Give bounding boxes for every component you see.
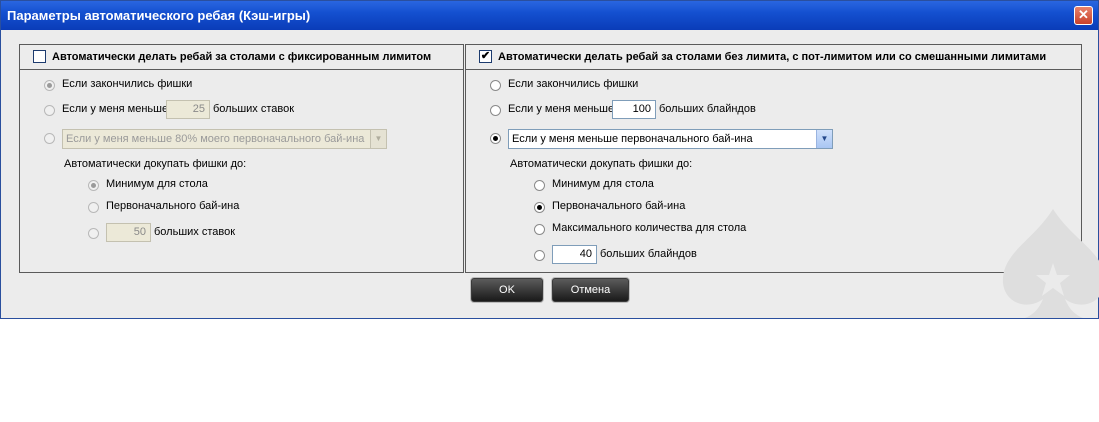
fixed-topup-min-label: Минимум для стола [106, 178, 208, 190]
nl-topup-max-radio[interactable] [534, 224, 545, 235]
fixed-topup-initial-label: Первоначального бай-ина [106, 200, 240, 212]
fixed-less-than-input[interactable]: 25 [166, 100, 210, 119]
title-bar[interactable]: Параметры автоматического ребая (Кэш-игр… [1, 1, 1098, 30]
nl-topup-custom-radio[interactable] [534, 250, 545, 261]
nl-topup-min-label: Минимум для стола [552, 178, 654, 190]
spade-logo-watermark-icon [1002, 209, 1099, 318]
nl-topup-min-radio[interactable] [534, 180, 545, 191]
fixed-limit-header-label: Автоматически делать ребай за столами с … [52, 51, 432, 63]
nl-topup-custom-input[interactable]: 40 [552, 245, 597, 264]
fixed-topup-custom-suffix: больших ставок [154, 226, 236, 238]
fixed-topup-label: Автоматически докупать фишки до: [64, 158, 247, 170]
fixed-threshold-dropdown[interactable]: Если у меня меньше 80% моего первоначаль… [62, 129, 387, 149]
nl-topup-max-label: Максимального количества для стола [552, 222, 747, 234]
no-limit-checkbox[interactable]: ✔ [479, 50, 492, 63]
chevron-down-icon: ▼ [370, 130, 386, 148]
nl-out-of-chips-label: Если закончились фишки [508, 78, 639, 90]
no-limit-header: ✔ Автоматически делать ребай за столами … [466, 45, 1081, 70]
nl-topup-custom-suffix: больших блайндов [600, 248, 697, 260]
fixed-threshold-value: Если у меня меньше 80% моего первоначаль… [66, 133, 365, 145]
fixed-less-than-prefix: Если у меня меньше [62, 103, 169, 115]
nl-less-than-suffix: больших блайндов [659, 103, 756, 115]
fixed-out-of-chips-radio[interactable] [44, 80, 55, 91]
close-button[interactable]: ✕ [1074, 6, 1093, 25]
fixed-topup-initial-radio[interactable] [88, 202, 99, 213]
nl-threshold-dropdown[interactable]: Если у меня меньше первоначального бай-и… [508, 129, 833, 149]
fixed-dropdown-radio[interactable] [44, 133, 55, 144]
fixed-limit-panel: Автоматически делать ребай за столами с … [19, 44, 464, 273]
nl-dropdown-radio[interactable] [490, 133, 501, 144]
no-limit-header-label: Автоматически делать ребай за столами бе… [498, 51, 1047, 63]
nl-out-of-chips-radio[interactable] [490, 80, 501, 91]
nl-less-than-prefix: Если у меня меньше [508, 103, 615, 115]
radio-selected-dot [91, 183, 96, 188]
chevron-down-icon: ▼ [816, 130, 832, 148]
nl-topup-label: Автоматически докупать фишки до: [510, 158, 693, 170]
ok-button[interactable]: OK [471, 278, 543, 302]
nl-less-than-radio[interactable] [490, 105, 501, 116]
nl-less-than-input[interactable]: 100 [612, 100, 656, 119]
fixed-less-than-radio[interactable] [44, 105, 55, 116]
fixed-topup-custom-input[interactable]: 50 [106, 223, 151, 242]
nl-topup-initial-label: Первоначального бай-ина [552, 200, 686, 212]
no-limit-panel: ✔ Автоматически делать ребай за столами … [465, 44, 1082, 273]
radio-selected-dot [47, 83, 52, 88]
rebuy-settings-dialog: Параметры автоматического ребая (Кэш-игр… [0, 0, 1099, 319]
nl-threshold-value: Если у меня меньше первоначального бай-и… [512, 133, 753, 145]
fixed-limit-checkbox[interactable] [33, 50, 46, 63]
radio-selected-dot [537, 205, 542, 210]
fixed-limit-header: Автоматически делать ребай за столами с … [20, 45, 463, 70]
close-icon: ✕ [1078, 7, 1089, 22]
fixed-topup-custom-radio[interactable] [88, 228, 99, 239]
window-title: Параметры автоматического ребая (Кэш-игр… [7, 8, 311, 23]
radio-selected-dot [493, 136, 498, 141]
fixed-less-than-suffix: больших ставок [213, 103, 295, 115]
nl-topup-initial-radio[interactable] [534, 202, 545, 213]
cancel-button[interactable]: Отмена [552, 278, 629, 302]
fixed-topup-min-radio[interactable] [88, 180, 99, 191]
checkmark-icon: ✔ [480, 50, 491, 62]
fixed-out-of-chips-label: Если закончились фишки [62, 78, 193, 90]
